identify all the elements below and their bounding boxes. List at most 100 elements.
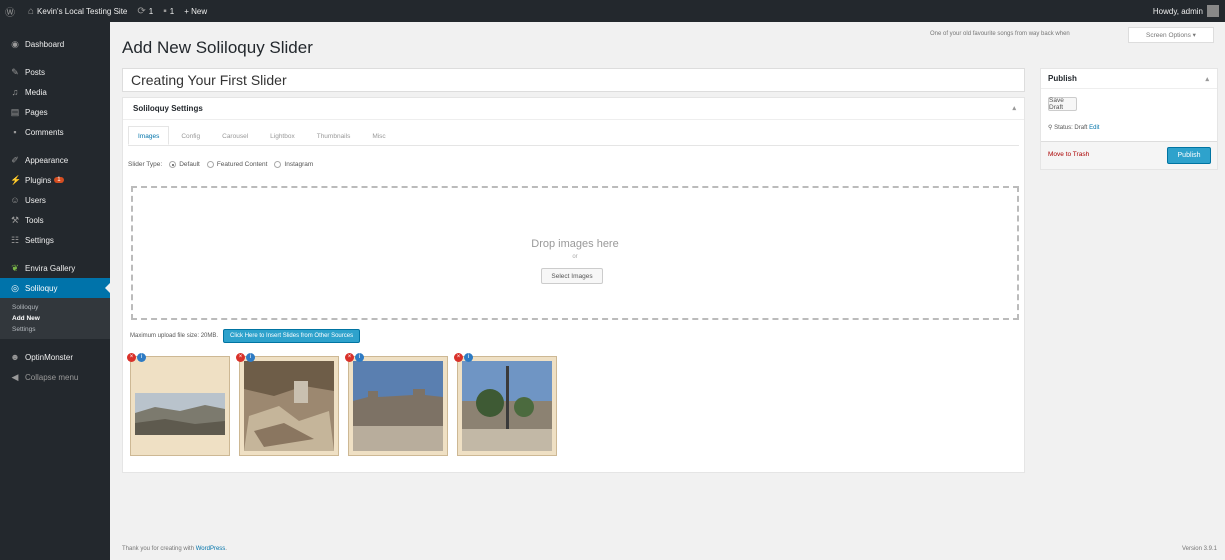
- howdy-label: Howdy, admin: [1152, 6, 1203, 16]
- sidebar-item-dashboard[interactable]: ◉ Dashboard: [0, 34, 110, 54]
- slide-thumbnail[interactable]: × i: [236, 353, 339, 456]
- pin-icon: ⚲: [1048, 125, 1053, 131]
- hello-dolly-lyric: One of your old favourite songs from way…: [930, 31, 1070, 37]
- status-edit-link[interactable]: Edit: [1089, 125, 1099, 131]
- wp-logo-menu[interactable]: Ⓦ: [0, 0, 23, 22]
- drop-or-text: or: [572, 254, 578, 260]
- wordpress-logo-icon: Ⓦ: [5, 7, 15, 19]
- updates-count: 1: [148, 6, 154, 16]
- publish-title: Publish: [1048, 74, 1077, 83]
- remove-slide-icon[interactable]: ×: [345, 353, 354, 362]
- screen-options-button[interactable]: Screen Options ▾: [1128, 27, 1214, 43]
- sidebar-item-optinmonster[interactable]: ☻ OptinMonster: [0, 347, 110, 367]
- tab-misc[interactable]: Misc: [362, 126, 395, 145]
- sidebar-item-pages[interactable]: ▤ Pages: [0, 102, 110, 122]
- slide-image: [244, 361, 334, 451]
- soliloquy-icon: ◎: [11, 282, 19, 293]
- tab-lightbox[interactable]: Lightbox: [260, 126, 305, 145]
- slider-type-default-label: Default: [179, 161, 200, 168]
- admin-sidebar: ◉ Dashboard ✎ Posts ♫ Media ▤ Pages ▪ Comment…: [0, 22, 110, 560]
- sidebar-item-label: Envira Gallery: [25, 263, 76, 273]
- insert-slides-button[interactable]: Click Here to Insert Slides from Other S…: [223, 329, 361, 343]
- sidebar-collapse-menu[interactable]: ◀ Collapse menu: [0, 367, 110, 387]
- wrench-icon: ⚒: [10, 214, 20, 225]
- screen-options-label: Screen Options: [1146, 31, 1191, 39]
- slider-type-default-radio[interactable]: [169, 161, 177, 168]
- slider-type-featured-radio[interactable]: [206, 161, 214, 168]
- sidebar-item-tools[interactable]: ⚒ Tools: [0, 210, 110, 230]
- updates-link[interactable]: ⟳ 1: [132, 0, 158, 22]
- slide-image: [135, 361, 225, 451]
- sidebar-item-envira-gallery[interactable]: ❦ Envira Gallery: [0, 258, 110, 278]
- sidebar-item-label: Users: [25, 195, 46, 205]
- sidebar-item-label: Comments: [25, 127, 64, 137]
- select-images-button[interactable]: Select Images: [541, 268, 603, 284]
- slide-thumbnail[interactable]: × i: [127, 353, 230, 456]
- sidebar-item-soliloquy[interactable]: ◎ Soliloquy: [0, 278, 110, 298]
- home-icon: ⌂: [28, 5, 35, 17]
- publish-actions: Move to Trash Publish: [1041, 141, 1217, 169]
- sidebar-item-comments[interactable]: ▪ Comments: [0, 122, 110, 142]
- sidebar-item-label: Tools: [25, 215, 44, 225]
- new-label: + New: [184, 6, 208, 16]
- collapse-toggle-icon[interactable]: ▴: [1012, 104, 1016, 112]
- submenu-item-settings[interactable]: Settings: [0, 324, 110, 335]
- edit-slide-icon[interactable]: i: [246, 353, 255, 362]
- media-icon: ♫: [11, 87, 19, 97]
- edit-slide-icon[interactable]: i: [355, 353, 364, 362]
- collapse-toggle-icon[interactable]: ▴: [1205, 75, 1209, 83]
- slide-thumbnail[interactable]: × i: [454, 353, 557, 456]
- courtyard-trees-image: [462, 361, 552, 451]
- sidebar-item-media[interactable]: ♫ Media: [0, 82, 110, 102]
- metabox-title: Soliloquy Settings: [133, 104, 203, 113]
- tab-config[interactable]: Config: [171, 126, 210, 145]
- comments-count: 1: [169, 6, 175, 16]
- publish-metabox: Publish ▴ Save Draft ⚲ Status: Draft Edi…: [1040, 68, 1218, 170]
- castle-wall-image: [353, 361, 443, 451]
- pages-icon: ▤: [10, 106, 20, 117]
- site-name-label: Kevin's Local Testing Site: [37, 6, 128, 16]
- sidebar-item-label: Pages: [25, 107, 48, 117]
- sidebar-item-label: OptinMonster: [25, 352, 74, 362]
- publish-button[interactable]: Publish: [1167, 147, 1211, 164]
- move-to-trash-link[interactable]: Move to Trash: [1048, 151, 1089, 158]
- slide-thumbnail[interactable]: × i: [345, 353, 448, 456]
- publish-header[interactable]: Publish ▴: [1041, 69, 1217, 89]
- soliloquy-settings-metabox: Soliloquy Settings ▴ Images Config Carou…: [122, 97, 1025, 473]
- post-status: ⚲ Status: Draft Edit: [1048, 124, 1099, 131]
- new-content-link[interactable]: + New: [179, 0, 212, 22]
- tab-thumbnails[interactable]: Thumbnails: [307, 126, 361, 145]
- brush-icon: ✐: [11, 154, 19, 165]
- upload-row: Maximum upload file size: 20MB. Click He…: [130, 329, 361, 343]
- wordpress-link[interactable]: WordPress: [196, 546, 226, 552]
- remove-slide-icon[interactable]: ×: [454, 353, 463, 362]
- tab-images[interactable]: Images: [128, 126, 170, 145]
- submenu-item-add-new[interactable]: Add New: [0, 313, 110, 324]
- sidebar-item-settings[interactable]: ☷ Settings: [0, 230, 110, 250]
- remove-slide-icon[interactable]: ×: [236, 353, 245, 362]
- edit-slide-icon[interactable]: i: [464, 353, 473, 362]
- sidebar-item-users[interactable]: ☺ Users: [0, 190, 110, 210]
- slide-image: [353, 361, 443, 451]
- sidebar-item-label: Appearance: [25, 155, 69, 165]
- my-account-menu[interactable]: Howdy, admin: [1153, 5, 1225, 17]
- submenu-item-soliloquy[interactable]: Soliloquy: [0, 302, 110, 313]
- image-dropzone[interactable]: Drop images here or Select Images: [131, 186, 1019, 320]
- remove-slide-icon[interactable]: ×: [127, 353, 136, 362]
- soliloquy-submenu: Soliloquy Add New Settings: [0, 298, 110, 339]
- tab-carousel[interactable]: Carousel: [212, 126, 258, 145]
- save-draft-button[interactable]: Save Draft: [1048, 97, 1077, 111]
- comment-icon: ▪: [13, 127, 17, 137]
- metabox-header[interactable]: Soliloquy Settings ▴: [123, 98, 1024, 120]
- comment-bubble-icon: ▪: [163, 5, 167, 17]
- slider-type-instagram-radio[interactable]: [274, 161, 282, 168]
- sidebar-item-plugins[interactable]: ⚡ Plugins 1: [0, 170, 110, 190]
- sidebar-item-posts[interactable]: ✎ Posts: [0, 62, 110, 82]
- edit-slide-icon[interactable]: i: [137, 353, 146, 362]
- sidebar-item-label: Settings: [25, 235, 54, 245]
- footer-period: .: [225, 546, 227, 552]
- post-title-input[interactable]: [122, 68, 1025, 92]
- sidebar-item-appearance[interactable]: ✐ Appearance: [0, 150, 110, 170]
- site-name-link[interactable]: ⌂ Kevin's Local Testing Site: [23, 0, 132, 22]
- comments-link[interactable]: ▪ 1: [158, 0, 179, 22]
